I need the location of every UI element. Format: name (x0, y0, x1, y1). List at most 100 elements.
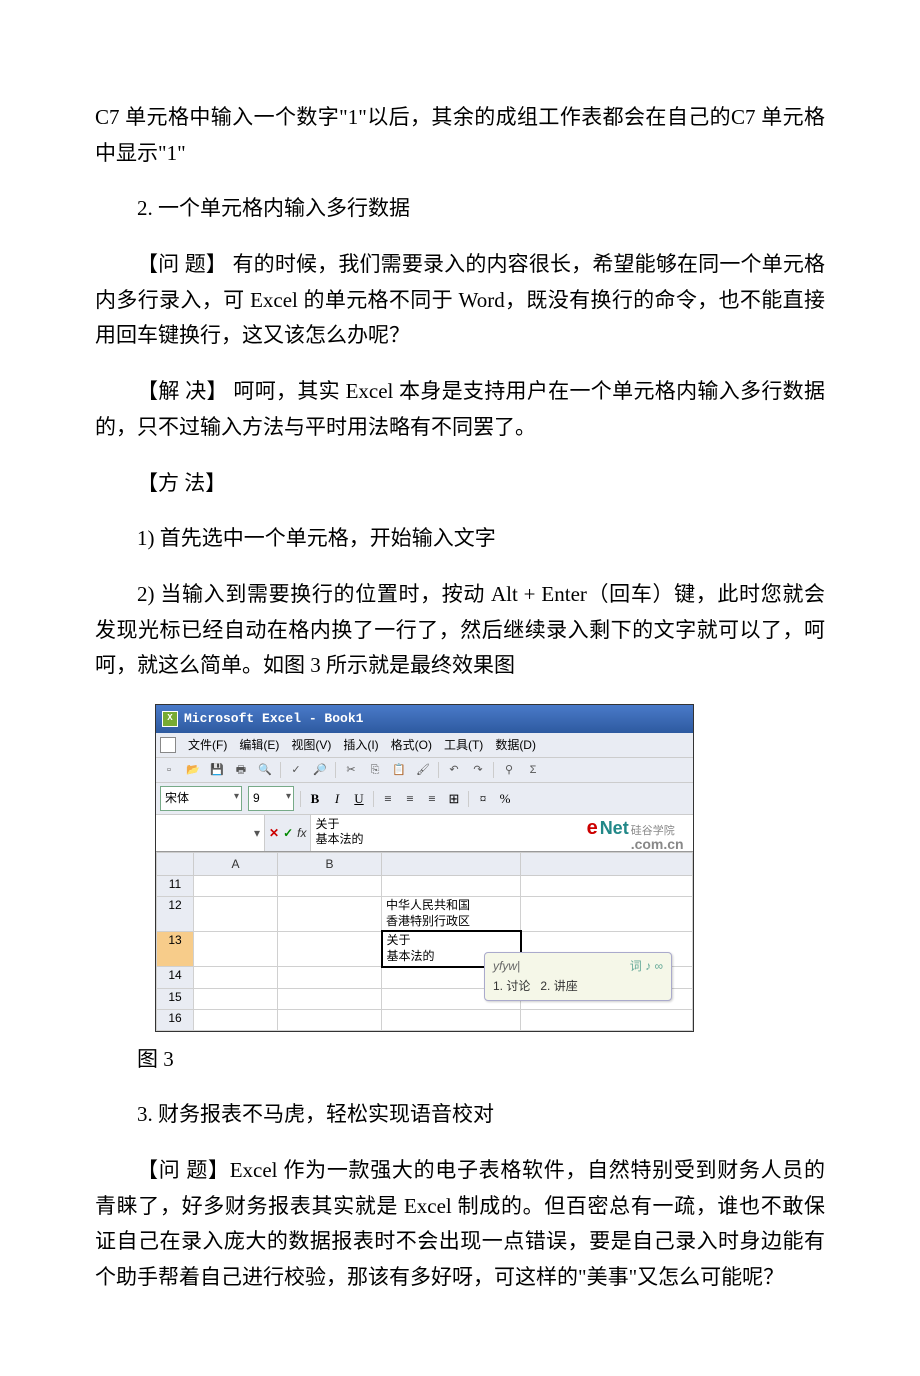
format-painter-icon[interactable]: 🖌 (414, 761, 432, 779)
new-icon[interactable]: ▫ (160, 761, 178, 779)
menu-file[interactable]: 文件(F) (188, 735, 227, 755)
bold-button[interactable]: B (307, 791, 323, 807)
font-size-dropdown[interactable]: 9 (248, 786, 294, 810)
cell[interactable] (194, 931, 278, 966)
toolbar-separator (300, 791, 301, 807)
autosum-icon[interactable]: Σ (524, 761, 542, 779)
cell[interactable] (194, 897, 278, 932)
cell[interactable] (382, 876, 521, 897)
formula-bar: ▾ ✕ ✓ fx 关于 基本法的 e Net 硅谷学院 .com.cn (156, 815, 693, 852)
workbook-icon (160, 737, 176, 753)
print-icon[interactable]: 🖶 (232, 761, 250, 779)
figure-caption: 图 3 (95, 1042, 825, 1078)
cell[interactable] (194, 1009, 278, 1030)
preview-icon[interactable]: 🔍 (256, 761, 274, 779)
table-row: 16 (157, 1009, 693, 1030)
cell[interactable] (521, 1009, 693, 1030)
question-paragraph: 【问 题】 有的时候，我们需要录入的内容很长，希望能够在同一个单元格内多行录入，… (95, 247, 825, 354)
toolbar-separator (438, 762, 439, 778)
menu-view[interactable]: 视图(V) (291, 735, 331, 755)
align-center-icon[interactable]: ≡ (402, 791, 418, 807)
cancel-icon[interactable]: ✕ (269, 823, 279, 843)
cut-icon[interactable]: ✂ (342, 761, 360, 779)
cell[interactable] (194, 967, 278, 989)
heading-section-3: 3. 财务报表不马虎，轻松实现语音校对 (95, 1097, 825, 1133)
open-icon[interactable]: 📂 (184, 761, 202, 779)
toolbar-separator (280, 762, 281, 778)
align-left-icon[interactable]: ≡ (380, 791, 396, 807)
select-all-corner[interactable] (157, 852, 194, 875)
cell[interactable] (278, 1009, 382, 1030)
percent-button[interactable]: % (497, 791, 513, 807)
save-icon[interactable]: 💾 (208, 761, 226, 779)
row-header-16[interactable]: 16 (157, 1009, 194, 1030)
dropdown-icon: ▾ (254, 823, 260, 843)
row-header-11[interactable]: 11 (157, 876, 194, 897)
menu-tools[interactable]: 工具(T) (444, 735, 483, 755)
toolbar-separator (373, 791, 374, 807)
row-header-14[interactable]: 14 (157, 967, 194, 989)
document-page: C7 单元格中输入一个数字"1"以后，其余的成组工作表都会在自己的C7 单元格中… (0, 0, 920, 1376)
align-right-icon[interactable]: ≡ (424, 791, 440, 807)
toolbar-separator (335, 762, 336, 778)
watermark-comcn: .com.cn (631, 836, 684, 852)
font-name-dropdown[interactable]: 宋体 (160, 786, 242, 810)
formula-text-line2: 基本法的 (315, 832, 363, 846)
ime-mode-icons: 词 ♪ ∞ (630, 956, 663, 976)
ime-candidate-box: yfyw| 词 ♪ ∞ 1. 讨论 2. 讲座 (484, 952, 672, 1001)
fx-label[interactable]: fx (297, 823, 306, 843)
row-header-12[interactable]: 12 (157, 897, 194, 932)
cell[interactable] (194, 988, 278, 1009)
enter-icon[interactable]: ✓ (283, 823, 293, 843)
ime-candidate-2[interactable]: 2. 讲座 (540, 979, 577, 993)
question-2-paragraph: 【问 题】Excel 作为一款强大的电子表格软件，自然特别受到财务人员的青睐了，… (95, 1153, 825, 1296)
spellcheck-icon[interactable]: ✓ (287, 761, 305, 779)
undo-icon[interactable]: ↶ (445, 761, 463, 779)
hyperlink-icon[interactable]: ⚲ (500, 761, 518, 779)
research-icon[interactable]: 🔎 (311, 761, 329, 779)
cell[interactable] (278, 988, 382, 1009)
menu-insert[interactable]: 插入(I) (343, 735, 378, 755)
column-header-a[interactable]: A (194, 852, 278, 875)
formula-text-line1: 关于 (315, 817, 339, 831)
watermark-e: e (587, 815, 598, 841)
cell-text: 关于 (387, 933, 411, 947)
formula-controls: ✕ ✓ fx (265, 815, 310, 851)
menu-data[interactable]: 数据(D) (495, 735, 536, 755)
currency-icon[interactable]: ¤ (475, 791, 491, 807)
cell[interactable] (521, 876, 693, 897)
cell-c12[interactable]: 中华人民共和国 香港特别行政区 (382, 897, 521, 932)
window-titlebar: X Microsoft Excel - Book1 (156, 705, 693, 733)
ime-candidate-1[interactable]: 1. 讨论 (493, 979, 530, 993)
menu-edit[interactable]: 编辑(E) (239, 735, 279, 755)
cell[interactable] (382, 1009, 521, 1030)
excel-app-icon: X (162, 711, 178, 727)
column-header-d[interactable] (521, 852, 693, 875)
cell[interactable] (521, 897, 693, 932)
name-box[interactable]: ▾ (156, 815, 265, 851)
redo-icon[interactable]: ↷ (469, 761, 487, 779)
cell[interactable] (278, 897, 382, 932)
formula-content[interactable]: 关于 基本法的 e Net 硅谷学院 .com.cn School.eNet.c… (310, 815, 693, 851)
column-header-c[interactable] (382, 852, 521, 875)
cell-text: 香港特别行政区 (386, 914, 470, 928)
table-row: 12 中华人民共和国 香港特别行政区 (157, 897, 693, 932)
method-label: 【方 法】 (95, 466, 825, 502)
ime-input-text: yfyw| (493, 959, 520, 973)
row-header-13[interactable]: 13 (157, 931, 194, 966)
cell-grid: A B 11 12 中华人民共和国 香港特别行政区 (156, 852, 693, 1031)
underline-button[interactable]: U (351, 791, 367, 807)
cell[interactable] (278, 876, 382, 897)
paste-icon[interactable]: 📋 (390, 761, 408, 779)
cell[interactable] (278, 967, 382, 989)
italic-button[interactable]: I (329, 791, 345, 807)
cell[interactable] (194, 876, 278, 897)
merge-icon[interactable]: ⊞ (446, 791, 462, 807)
cell[interactable] (278, 931, 382, 966)
menu-format[interactable]: 格式(O) (391, 735, 432, 755)
step-1: 1) 首先选中一个单元格，开始输入文字 (95, 521, 825, 557)
row-header-15[interactable]: 15 (157, 988, 194, 1009)
column-header-b[interactable]: B (278, 852, 382, 875)
copy-icon[interactable]: ⎘ (366, 761, 384, 779)
intro-paragraph: C7 单元格中输入一个数字"1"以后，其余的成组工作表都会在自己的C7 单元格中… (95, 100, 825, 171)
